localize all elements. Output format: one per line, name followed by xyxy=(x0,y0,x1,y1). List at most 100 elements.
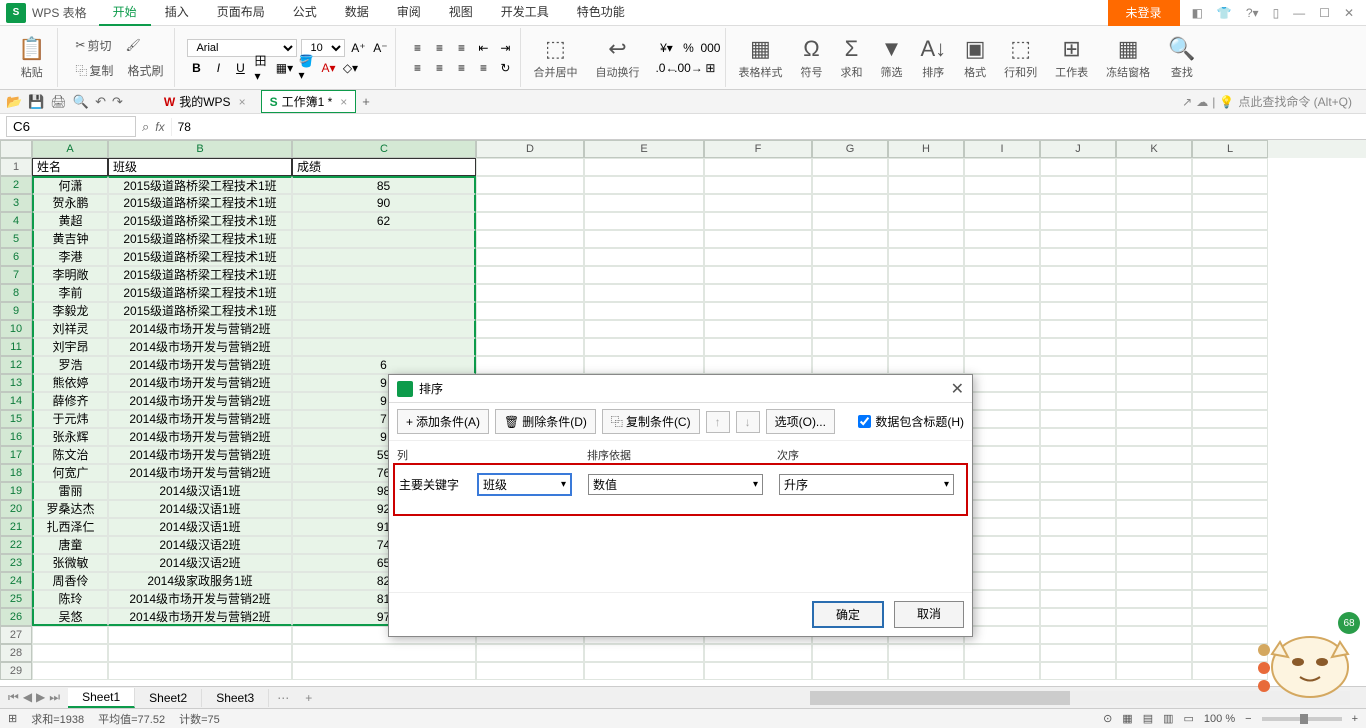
cell[interactable] xyxy=(1116,266,1192,284)
align-top-icon[interactable]: ≡ xyxy=(408,39,426,57)
cell[interactable] xyxy=(1040,302,1116,320)
row-header[interactable]: 14 xyxy=(0,392,32,410)
sort-button[interactable]: A↓排序 xyxy=(914,34,952,82)
paste-button[interactable]: 📋 粘贴 xyxy=(12,34,51,82)
cell[interactable] xyxy=(1040,554,1116,572)
cell[interactable] xyxy=(476,266,584,284)
cell[interactable] xyxy=(888,176,964,194)
col-header-C[interactable]: C xyxy=(292,140,476,158)
view-web-icon[interactable]: ▭ xyxy=(1184,712,1194,725)
cell[interactable] xyxy=(32,626,108,644)
cell[interactable]: 黄超 xyxy=(32,212,108,230)
row-header[interactable]: 1 xyxy=(0,158,32,176)
cell[interactable] xyxy=(1116,248,1192,266)
doc-tab-workbook[interactable]: S 工作簿1 * × xyxy=(261,90,357,113)
cell[interactable] xyxy=(1116,374,1192,392)
row-header[interactable]: 20 xyxy=(0,500,32,518)
row-header[interactable]: 6 xyxy=(0,248,32,266)
cell[interactable] xyxy=(812,662,888,680)
undo-icon[interactable]: ↶ xyxy=(95,94,106,110)
cell[interactable]: 吴悠 xyxy=(32,608,108,626)
cell[interactable]: 2015级道路桥梁工程技术1班 xyxy=(108,176,292,194)
cell[interactable] xyxy=(1116,320,1192,338)
move-up-button[interactable]: ↑ xyxy=(706,411,730,433)
col-header-H[interactable]: H xyxy=(888,140,964,158)
row-header[interactable]: 7 xyxy=(0,266,32,284)
cell[interactable]: 于元炜 xyxy=(32,410,108,428)
cell[interactable] xyxy=(888,284,964,302)
cell[interactable] xyxy=(108,626,292,644)
row-header[interactable]: 21 xyxy=(0,518,32,536)
cell[interactable] xyxy=(1040,428,1116,446)
last-sheet-icon[interactable]: ⏭ xyxy=(49,690,60,705)
fmt-brush-label[interactable]: 格式刷 xyxy=(122,59,168,82)
cell[interactable]: 2014级市场开发与营销2班 xyxy=(108,320,292,338)
cell[interactable] xyxy=(292,662,476,680)
cell[interactable] xyxy=(476,662,584,680)
cell[interactable] xyxy=(888,662,964,680)
cell[interactable] xyxy=(1192,464,1268,482)
cell[interactable] xyxy=(1192,248,1268,266)
cell[interactable] xyxy=(584,284,704,302)
sheet-more-icon[interactable]: ⋯ xyxy=(269,691,297,705)
redo-icon[interactable]: ↷ xyxy=(112,94,123,110)
cell[interactable] xyxy=(1116,500,1192,518)
cell[interactable] xyxy=(704,662,812,680)
merge-button[interactable]: ⬚合并居中 xyxy=(527,34,583,82)
font-decrease-icon[interactable]: A⁻ xyxy=(371,39,389,57)
close-icon[interactable]: ✕ xyxy=(1344,6,1354,20)
cell[interactable]: 2014级汉语2班 xyxy=(108,536,292,554)
row-header[interactable]: 15 xyxy=(0,410,32,428)
orientation-icon[interactable]: ↻ xyxy=(496,59,514,77)
cell[interactable] xyxy=(964,500,1040,518)
cell[interactable] xyxy=(704,176,812,194)
row-header[interactable]: 16 xyxy=(0,428,32,446)
clear-format-icon[interactable]: ◇▾ xyxy=(341,59,359,77)
cell[interactable]: 2014级汉语1班 xyxy=(108,482,292,500)
cell[interactable] xyxy=(1116,284,1192,302)
cell[interactable] xyxy=(888,320,964,338)
notification-badge[interactable]: 68 xyxy=(1338,612,1360,634)
cell[interactable] xyxy=(812,176,888,194)
indent-inc-icon[interactable]: ⇥ xyxy=(496,39,514,57)
menu-layout[interactable]: 页面布局 xyxy=(203,0,279,26)
login-button[interactable]: 未登录 xyxy=(1108,0,1180,26)
checkbox-input[interactable] xyxy=(858,415,871,428)
cell[interactable] xyxy=(964,212,1040,230)
cell[interactable] xyxy=(1116,554,1192,572)
cell[interactable] xyxy=(812,338,888,356)
dec-inc-icon[interactable]: .0← xyxy=(657,59,675,77)
menu-insert[interactable]: 插入 xyxy=(151,0,203,26)
cell[interactable] xyxy=(476,248,584,266)
cell[interactable]: 贺永鹏 xyxy=(32,194,108,212)
cell[interactable] xyxy=(1040,464,1116,482)
cell[interactable] xyxy=(1040,392,1116,410)
cell[interactable] xyxy=(964,194,1040,212)
cell[interactable] xyxy=(1040,500,1116,518)
search-hint[interactable]: ↗ ☁ | 💡 点此查找命令 (Alt+Q) xyxy=(1182,93,1360,110)
cell[interactable]: 成绩 xyxy=(292,158,476,176)
cell[interactable] xyxy=(1116,428,1192,446)
cell[interactable]: 2014级市场开发与营销2班 xyxy=(108,464,292,482)
cell[interactable]: 李前 xyxy=(32,284,108,302)
cell[interactable] xyxy=(584,212,704,230)
cell[interactable] xyxy=(704,338,812,356)
cell[interactable] xyxy=(584,320,704,338)
rowcol-button[interactable]: ⬚行和列 xyxy=(998,34,1043,82)
align-justify-icon[interactable]: ≡ xyxy=(474,59,492,77)
menu-review[interactable]: 审阅 xyxy=(383,0,435,26)
cell[interactable] xyxy=(1116,590,1192,608)
cell[interactable] xyxy=(1040,176,1116,194)
cell[interactable] xyxy=(888,356,964,374)
row-header[interactable]: 29 xyxy=(0,662,32,680)
row-header[interactable]: 2 xyxy=(0,176,32,194)
cell[interactable] xyxy=(1040,266,1116,284)
save-icon[interactable]: 💾 xyxy=(28,94,44,110)
bold-button[interactable]: B xyxy=(187,59,205,77)
cell[interactable] xyxy=(584,644,704,662)
percent-icon[interactable]: % xyxy=(679,39,697,57)
cell[interactable] xyxy=(964,590,1040,608)
cell[interactable] xyxy=(812,158,888,176)
cell[interactable] xyxy=(964,572,1040,590)
cell[interactable]: 扎西泽仁 xyxy=(32,518,108,536)
